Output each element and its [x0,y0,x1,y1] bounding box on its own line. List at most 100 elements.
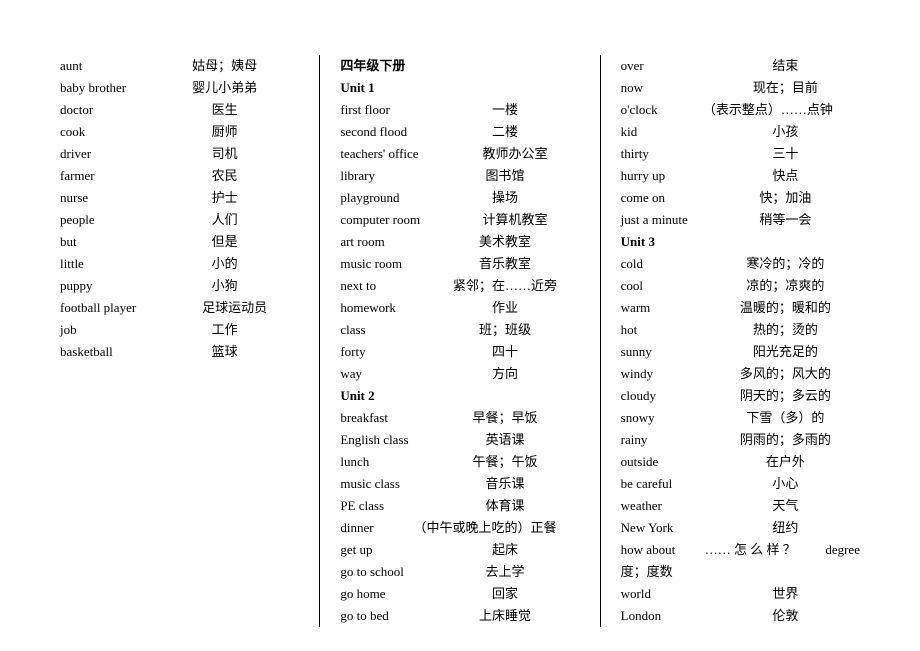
term: get up [340,539,430,561]
definition: 结束 [711,55,860,77]
vocab-entry: baby brother婴儿小弟弟 [60,77,299,99]
vocab-entry: doctor医生 [60,99,299,121]
definition: 篮球 [150,341,299,363]
vocab-entry: aunt姑母；姨母 [60,55,299,77]
definition: 凉的；凉爽的 [711,275,860,297]
term: cold [621,253,711,275]
vocab-entry: English class英语课 [340,429,579,451]
definition: 世界 [711,583,860,605]
definition: 体育课 [430,495,579,517]
definition-line2: 度；度数 [621,561,860,583]
vocab-entry: thirty三十 [621,143,860,165]
term: over [621,55,711,77]
term: driver [60,143,150,165]
vocab-entry: go to school去上学 [340,561,579,583]
term: job [60,319,150,341]
term: how about [621,539,676,561]
definition: 三十 [711,143,860,165]
vocab-entry: rainy阴雨的；多雨的 [621,429,860,451]
definition: 小的 [150,253,299,275]
vocab-entry: cloudy阴天的；多云的 [621,385,860,407]
term: lunch [340,451,430,473]
term: people [60,209,150,231]
vocab-entry: little小的 [60,253,299,275]
vocab-entry: library图书馆 [340,165,579,187]
definition: 快点 [711,165,860,187]
term: thirty [621,143,711,165]
definition: 小狗 [150,275,299,297]
term: homework [340,297,430,319]
vocab-entry: weather天气 [621,495,860,517]
vocab-entry: job工作 [60,319,299,341]
term: farmer [60,165,150,187]
column-3: over结束 now现在；目前 o'clock（表示整点）……点钟 kid小孩 … [600,55,880,627]
definition: 医生 [150,99,299,121]
vocab-entry: o'clock（表示整点）……点钟 [621,99,860,121]
term: first floor [340,99,430,121]
definition: 小孩 [711,121,860,143]
term: kid [621,121,711,143]
vocab-entry: dinner（中午或晚上吃的）正餐 [340,517,579,539]
term: go home [340,583,430,605]
definition: 多风的；风大的 [711,363,860,385]
definition: 温暖的；暖和的 [711,297,860,319]
definition: 阴雨的；多雨的 [711,429,860,451]
vocab-entry: second flood二楼 [340,121,579,143]
definition: 紧邻；在……近旁 [430,275,579,297]
definition: （中午或晚上吃的）正餐 [390,517,579,539]
vocab-entry: London伦敦 [621,605,860,627]
term: world [621,583,711,605]
definition: 护士 [150,187,299,209]
definition: 回家 [430,583,579,605]
vocab-entry: hurry up快点 [621,165,860,187]
definition: 农民 [150,165,299,187]
term: PE class [340,495,430,517]
term: just a minute [621,209,711,231]
vocab-entry: basketball篮球 [60,341,299,363]
vocab-entry: PE class体育课 [340,495,579,517]
definition: 二楼 [430,121,579,143]
term: cool [621,275,711,297]
term: nurse [60,187,150,209]
vocab-entry: go to bed上床睡觉 [340,605,579,627]
term: baby brother [60,77,150,99]
term: New York [621,517,711,539]
vocab-entry: but但是 [60,231,299,253]
vocab-entry: over结束 [621,55,860,77]
term: aunt [60,55,150,77]
vocab-entry: get up起床 [340,539,579,561]
vocab-entry: cold寒冷的；冷的 [621,253,860,275]
term: hurry up [621,165,711,187]
vocab-entry: be careful小心 [621,473,860,495]
term: way [340,363,430,385]
definition: 方向 [430,363,579,385]
vocab-entry: music room音乐教室 [340,253,579,275]
definition: 计算机教室 [450,209,579,231]
term: snowy [621,407,711,429]
vocab-entry: outside在户外 [621,451,860,473]
vocab-entry: now现在；目前 [621,77,860,99]
term: puppy [60,275,150,297]
term: art room [340,231,430,253]
vocab-entry: driver司机 [60,143,299,165]
term: music class [340,473,430,495]
definition: 一楼 [430,99,579,121]
definition: 去上学 [430,561,579,583]
term: little [60,253,150,275]
term: teachers' office [340,143,450,165]
column-1: aunt姑母；姨母 baby brother婴儿小弟弟 doctor医生 coo… [40,55,319,627]
term: outside [621,451,711,473]
definition: 纽约 [711,517,860,539]
vocab-entry: teachers' office教师办公室 [340,143,579,165]
definition: 人们 [150,209,299,231]
definition: 阳光充足的 [711,341,860,363]
definition: 稍等一会 [711,209,860,231]
definition: 操场 [430,187,579,209]
vocab-entry: hot热的；烫的 [621,319,860,341]
vocab-entry: New York纽约 [621,517,860,539]
term: hot [621,319,711,341]
definition: 小心 [711,473,860,495]
definition: 上床睡觉 [430,605,579,627]
vocab-entry: come on快；加油 [621,187,860,209]
definition: 午餐；午饭 [430,451,579,473]
